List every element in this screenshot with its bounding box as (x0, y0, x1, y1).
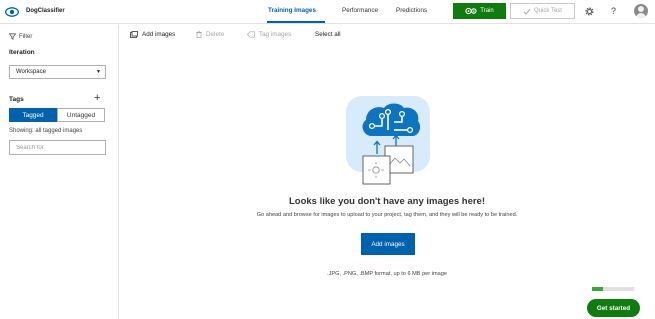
app-title: DogClassifier (26, 8, 65, 14)
avatar-head (638, 6, 644, 12)
add-images-toolbar-button[interactable]: Add images (130, 31, 175, 38)
delete-toolbar-label: Delete (206, 31, 225, 38)
get-started-button[interactable]: Get started (587, 299, 640, 317)
select-all-button[interactable]: Select all (315, 31, 341, 38)
add-tag-icon[interactable]: + (94, 92, 100, 104)
gears-icon (465, 7, 477, 15)
get-started-progress-fill (592, 287, 603, 291)
filter-icon (9, 33, 16, 40)
top-bar: DogClassifier Training Images Performanc… (0, 0, 655, 24)
avatar-body (636, 13, 646, 18)
get-started-progress (592, 287, 634, 291)
filter-label: Filter (19, 33, 33, 40)
train-label: Train (480, 8, 494, 14)
showing-status: Showing: all tagged images (9, 128, 83, 134)
train-button[interactable]: Train (453, 3, 506, 19)
tag-images-toolbar-button[interactable]: Tag images (247, 31, 291, 38)
chevron-down-icon: ▼ (96, 69, 101, 75)
delete-toolbar-button[interactable]: Delete (196, 31, 224, 38)
tab-performance[interactable]: Performance (342, 7, 378, 14)
untagged-toggle[interactable]: Untagged (57, 108, 105, 122)
tab-training-images[interactable]: Training Images (268, 7, 316, 14)
tag-icon (247, 31, 255, 38)
eye-logo-icon (5, 7, 19, 17)
upload-illustration-icon (346, 96, 430, 185)
help-icon[interactable]: ? (611, 6, 616, 16)
supported-formats-note: .JPG, .PNG, .BMP format, up to 6 MB per … (327, 271, 447, 277)
iteration-dropdown[interactable]: Workspace ▼ (9, 65, 106, 79)
active-tab-underline (267, 21, 325, 23)
tag-search-input[interactable] (9, 140, 106, 155)
add-image-icon (130, 31, 138, 38)
tab-predictions[interactable]: Predictions (396, 7, 427, 14)
add-images-toolbar-label: Add images (142, 31, 176, 38)
select-all-label: Select all (315, 31, 341, 38)
checkmark-icon (523, 8, 531, 15)
tags-label: Tags (9, 96, 24, 103)
avatar[interactable] (634, 4, 648, 18)
tag-images-toolbar-label: Tag images (259, 31, 292, 38)
iteration-value: Workspace (16, 69, 46, 75)
empty-state-title: Looks like you don't have any images her… (288, 196, 485, 207)
quick-test-label: Quick Test (534, 8, 562, 14)
add-images-button[interactable]: Add images (361, 233, 415, 255)
sidebar: Filter Iteration Workspace ▼ Tags + Tagg… (0, 25, 119, 319)
gear-icon[interactable] (584, 6, 595, 17)
tagged-toggle[interactable]: Tagged (9, 108, 57, 122)
quick-test-button[interactable]: Quick Test (510, 3, 575, 19)
filter-toggle[interactable]: Filter (9, 33, 32, 40)
trash-icon (196, 31, 202, 38)
iteration-label: Iteration (9, 49, 35, 56)
empty-state-subtitle: Go ahead and browse for images to upload… (256, 212, 518, 218)
